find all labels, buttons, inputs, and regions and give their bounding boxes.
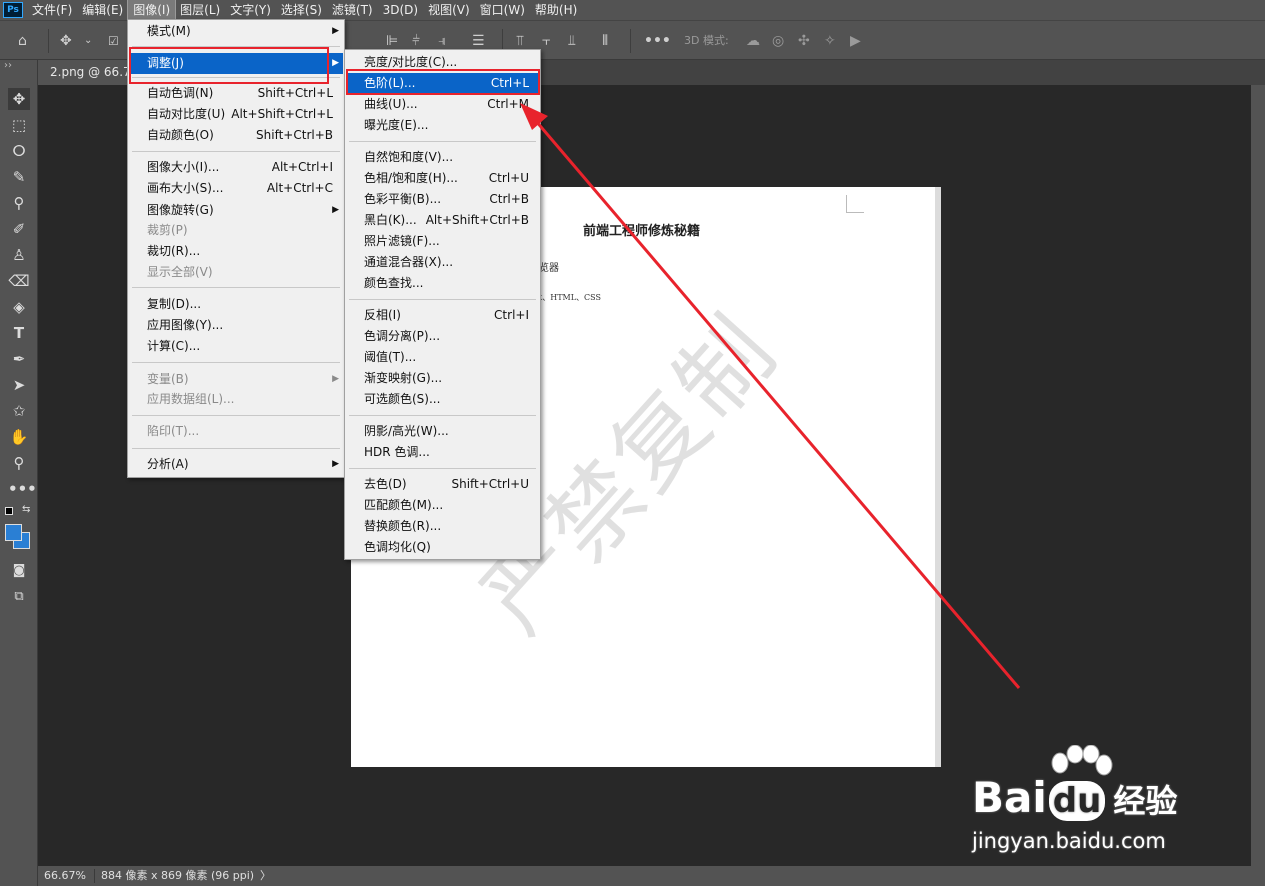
baidu-brand-du: du xyxy=(1048,781,1106,821)
baidu-brand-bai: Bai xyxy=(972,773,1047,822)
baidu-jingyan-label: 经验 xyxy=(1113,782,1178,820)
baidu-brand: Bai du 经验 xyxy=(972,773,1177,822)
baidu-jingyan-watermark: Bai du 经验 jingyan.baidu.com xyxy=(968,745,1208,865)
baidu-url: jingyan.baidu.com xyxy=(972,829,1166,853)
